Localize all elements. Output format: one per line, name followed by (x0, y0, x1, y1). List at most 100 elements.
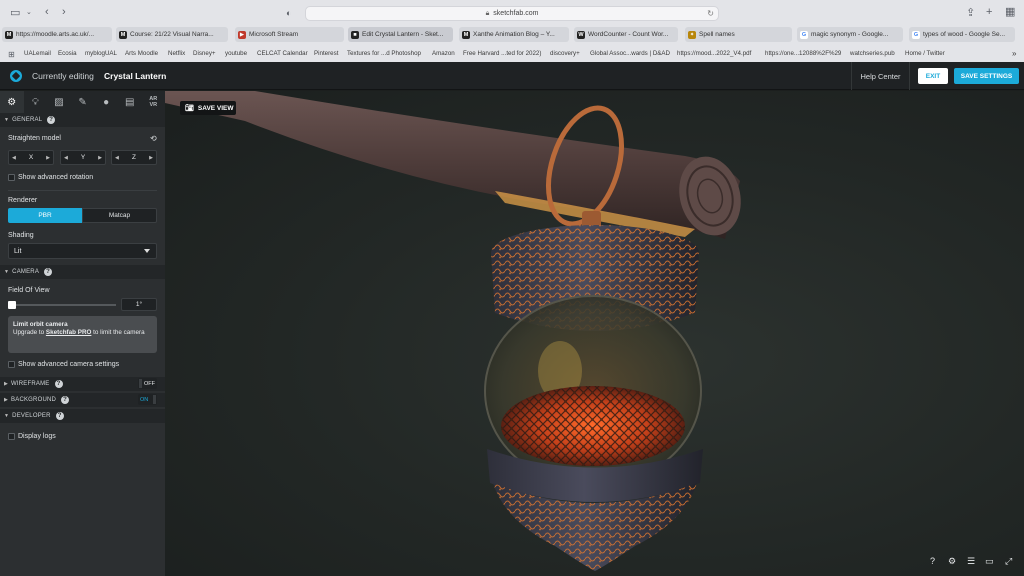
background-image-tab[interactable]: ▨ (47, 91, 71, 113)
save-settings-button[interactable]: SAVE SETTINGS (954, 68, 1019, 84)
bookmark-item[interactable]: https://mood...2022_V4.pdf (677, 50, 751, 57)
help-icon[interactable]: ? (61, 396, 70, 404)
vr-icon[interactable]: ▭ (985, 556, 994, 567)
rotate-right-icon[interactable]: ▶ (149, 155, 153, 161)
scene-settings-tab[interactable]: ⚙ (0, 91, 24, 113)
tab-xanthe-blog[interactable]: M Xanthe Animation Blog – Y... (459, 27, 569, 42)
bookmark-item[interactable]: Disney+ (193, 50, 216, 57)
tab-edit-crystal-lantern[interactable]: ■ Edit Crystal Lantern - Sket... (348, 27, 453, 42)
tab-course[interactable]: M Course: 21/22 Visual Narra... (116, 27, 228, 42)
bookmark-item[interactable]: myblogUAL (85, 50, 117, 57)
tab-types-of-wood[interactable]: G types of wood - Google Se... (909, 27, 1015, 42)
3d-viewport[interactable] (165, 91, 1024, 576)
help-icon[interactable]: ? (44, 268, 53, 276)
fullscreen-icon[interactable]: ⤢ (1005, 556, 1012, 567)
rotate-x-control[interactable]: ◀ X ▶ (8, 150, 54, 165)
renderer-toggle: PBR Matcap (8, 208, 157, 223)
bookmark-item[interactable]: Textures for ...d Photoshop (347, 50, 421, 57)
help-icon[interactable]: ? (55, 412, 64, 420)
bookmark-item[interactable]: watchseries.pub (850, 50, 895, 57)
new-tab-icon[interactable]: + (986, 6, 992, 18)
bookmark-item[interactable]: Pinterest (314, 50, 338, 57)
pbr-option[interactable]: PBR (8, 208, 82, 223)
display-logs-checkbox[interactable] (8, 433, 15, 440)
tab-label: https://moodle.arts.ac.uk/... (16, 31, 95, 38)
share-icon[interactable]: ⇪ (966, 7, 975, 19)
matcap-option[interactable]: Matcap (82, 208, 157, 223)
chevron-down-icon[interactable]: ⌄ (26, 7, 32, 19)
bookmark-item[interactable]: Global Assoc...wards | D&AD (590, 50, 670, 57)
address-bar[interactable]: 🔒︎ sketchfab.com ↻ (305, 6, 719, 21)
wireframe-toggle[interactable]: OFF (138, 378, 157, 389)
reload-icon[interactable]: ↻ (707, 9, 714, 18)
rotate-left-icon[interactable]: ◀ (115, 155, 119, 161)
exit-button[interactable]: EXIT (918, 68, 948, 84)
lightbulb-icon: 💡︎ (31, 96, 39, 108)
show-advanced-camera-checkbox[interactable] (8, 361, 15, 368)
sketchfab-logo-icon[interactable] (10, 70, 22, 82)
axis-label: X (28, 154, 34, 161)
tab-spell-names[interactable]: ✦ Spell names (685, 27, 792, 42)
limit-orbit-upsell: Limit orbit camera Upgrade to Sketchfab … (8, 316, 157, 353)
general-section-header[interactable]: ▼ GENERAL ? (0, 113, 165, 127)
sketchfab-pro-link[interactable]: Sketchfab PRO (46, 329, 92, 336)
help-center-button[interactable]: Help Center (851, 62, 910, 90)
help-icon[interactable]: ? (47, 116, 56, 124)
axis-label: Z (132, 154, 136, 161)
settings-icon[interactable]: ⚙ (948, 556, 956, 567)
tab-magic-synonym[interactable]: G magic synonym - Google... (797, 27, 903, 42)
rotate-y-control[interactable]: ◀ Y ▶ (60, 150, 106, 165)
materials-tab[interactable]: ✎ (71, 91, 95, 113)
sidebar-toggle-icon[interactable]: ▭ (10, 7, 20, 19)
toggle-state: OFF (144, 380, 155, 387)
forward-icon[interactable]: › (62, 6, 66, 18)
fov-slider-handle[interactable] (8, 301, 16, 309)
rotate-left-icon[interactable]: ◀ (64, 155, 68, 161)
help-icon[interactable]: ? (54, 380, 63, 388)
fov-slider-track[interactable] (8, 304, 116, 306)
bookmark-item[interactable]: Ecosia (58, 50, 77, 57)
rotate-z-control[interactable]: ◀ Z ▶ (111, 150, 157, 165)
show-advanced-rotation-checkbox[interactable] (8, 174, 15, 181)
bookmark-item[interactable]: CELCAT Calendar (257, 50, 308, 57)
ar-vr-tab[interactable]: AR VR (141, 91, 165, 113)
rotate-right-icon[interactable]: ▶ (46, 155, 50, 161)
help-icon[interactable]: ? (930, 556, 935, 566)
background-toggle[interactable]: ON (138, 394, 157, 405)
animation-tab[interactable]: ▤ (118, 91, 142, 113)
bookmark-item[interactable]: youtube (225, 50, 247, 57)
bookmark-item[interactable]: Netflix (168, 50, 185, 57)
bookmark-item[interactable]: Arts Moodle (125, 50, 158, 57)
developer-section-header[interactable]: ▼ DEVELOPER ? (0, 409, 165, 423)
more-bookmarks-icon[interactable]: » (1012, 49, 1016, 58)
gear-icon: ⚙ (7, 96, 17, 108)
tab-overview-icon[interactable]: ▦ (1005, 6, 1015, 18)
rotate-left-icon[interactable]: ◀ (12, 155, 16, 161)
rotate-right-icon[interactable]: ▶ (98, 155, 102, 161)
show-advanced-rotation-label: Show advanced rotation (18, 174, 94, 181)
film-icon: ▤ (124, 96, 135, 108)
tab-moodle[interactable]: M https://moodle.arts.ac.uk/... (2, 27, 112, 42)
camera-section-header[interactable]: ▼ CAMERA ? (0, 265, 165, 279)
bookmark-item[interactable]: UALemail (24, 50, 51, 57)
bookmarks-grid-icon[interactable]: ⊞ (8, 49, 15, 61)
shading-select[interactable]: Lit (8, 243, 157, 259)
google-favicon-icon: G (800, 30, 808, 39)
privacy-shield-icon[interactable]: ◐ (286, 7, 291, 19)
bookmark-item[interactable]: Home / Twitter (905, 50, 945, 57)
tab-wordcounter[interactable]: W WordCounter - Count Wor... (574, 27, 678, 42)
layers-icon[interactable]: ☰ (967, 556, 975, 567)
back-icon[interactable]: ‹ (45, 6, 49, 18)
fov-value-input[interactable]: 1° (121, 298, 157, 311)
tab-label: Course: 21/22 Visual Narra... (130, 31, 214, 38)
bookmark-item[interactable]: Amazon (432, 50, 455, 57)
bookmark-item[interactable]: https://one...12088%2F%29 (765, 50, 841, 57)
reset-rotation-icon[interactable]: ⟲ (150, 134, 157, 143)
annotations-tab[interactable]: ● (94, 91, 118, 113)
bookmark-item[interactable]: Free Harvard ...ted for 2022) (463, 50, 541, 57)
tab-microsoft-stream[interactable]: ▶ Microsoft Stream (235, 27, 344, 42)
shading-value: Lit (14, 247, 22, 255)
lighting-tab[interactable]: 💡︎ (24, 91, 48, 113)
save-view-button[interactable]: 📷︎ SAVE VIEW (180, 101, 236, 115)
bookmark-item[interactable]: discovery+ (550, 50, 580, 57)
